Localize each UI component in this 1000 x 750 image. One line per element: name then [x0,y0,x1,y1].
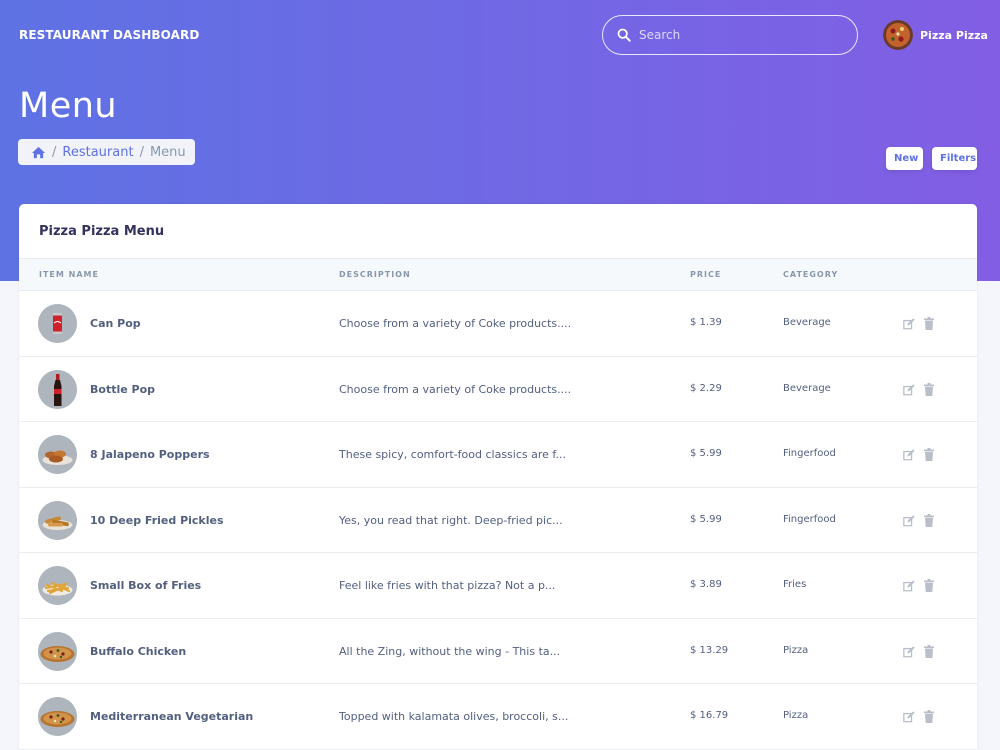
column-header-category[interactable]: CATEGORY [783,270,838,279]
item-price: $ 5.99 [690,513,722,525]
new-button[interactable]: New [886,147,923,170]
breadcrumb: / Restaurant / Menu [18,139,195,165]
table-row[interactable]: 8 Jalapeno Poppers These spicy, comfort-… [19,422,977,488]
table-row[interactable]: Mediterranean Vegetarian Topped with kal… [19,684,977,750]
trash-icon[interactable] [924,710,934,723]
edit-icon[interactable] [903,383,915,396]
breadcrumb-restaurant-link[interactable]: Restaurant [62,145,133,160]
fries-icon [38,566,77,605]
edit-icon[interactable] [903,318,915,330]
search-box[interactable] [602,15,858,55]
bottle-icon [38,369,77,409]
search-input[interactable] [639,28,839,42]
trash-icon[interactable] [924,644,934,658]
item-category: Pizza [783,644,809,656]
pizza-icon [38,697,77,736]
item-category: Fries [783,579,807,590]
item-category: Beverage [783,317,831,328]
item-description: Topped with kalamata olives, broccoli, s… [339,710,569,723]
item-category: Pizza [783,710,809,721]
trash-icon[interactable] [924,513,934,527]
table-row[interactable]: Can Pop Choose from a variety of Coke pr… [19,291,977,357]
item-thumbnail [38,631,77,671]
edit-icon[interactable] [903,514,915,527]
item-name[interactable]: Bottle Pop [90,383,155,396]
item-price: $ 2.29 [690,382,722,394]
item-thumbnail [38,566,77,605]
filters-button[interactable]: Filters [932,147,977,170]
breadcrumb-separator: / [139,144,144,160]
table-row[interactable]: Small Box of Fries Feel like fries with … [19,553,977,619]
search-icon [617,28,631,42]
column-header-description[interactable]: DESCRIPTION [339,270,411,279]
item-description: Feel like fries with that pizza? Not a p… [339,579,556,592]
item-thumbnail [38,435,77,474]
breadcrumb-current: Menu [149,144,186,160]
item-description: These spicy, comfort-food classics are f… [339,448,566,461]
can-icon [38,304,77,343]
column-header-item-name[interactable]: ITEM NAME [39,270,99,279]
page-title: Menu [19,86,118,126]
menu-card: Pizza Pizza Menu ITEM NAME DESCRIPTION P… [19,204,977,750]
column-header-price[interactable]: PRICE [690,270,721,279]
trash-icon[interactable] [924,317,934,330]
brand-title[interactable]: RESTAURANT DASHBOARD [19,28,199,42]
table-row[interactable]: Bottle Pop Choose from a variety of Coke… [19,357,977,422]
item-name[interactable]: Mediterranean Vegetarian [90,710,253,723]
item-category: Fingerfood [783,448,836,459]
breadcrumb-separator: / [52,144,57,160]
table-body: Can Pop Choose from a variety of Coke pr… [19,291,977,750]
item-thumbnail [38,304,77,343]
item-name[interactable]: Can Pop [90,317,141,330]
edit-icon[interactable] [903,580,915,592]
item-description: Choose from a variety of Coke products..… [339,317,572,330]
table-header: ITEM NAME DESCRIPTION PRICE CATEGORY [19,259,977,291]
edit-icon[interactable] [903,711,915,723]
item-thumbnail [38,500,77,540]
user-avatar-icon[interactable] [883,20,913,50]
item-price: $ 3.89 [690,579,722,590]
card-title: Pizza Pizza Menu [19,204,977,259]
item-description: All the Zing, without the wing - This ta… [339,644,561,658]
item-name[interactable]: 10 Deep Fried Pickles [90,514,224,527]
table-row[interactable]: Buffalo Chicken All the Zing, without th… [19,619,977,684]
item-name[interactable]: 8 Jalapeno Poppers [90,448,210,461]
item-price: $ 13.29 [690,644,729,656]
poppers-icon [38,435,77,474]
item-category: Beverage [783,382,831,394]
table-row[interactable]: 10 Deep Fried Pickles Yes, you read that… [19,488,977,553]
item-category: Fingerfood [783,513,836,525]
home-icon[interactable] [31,146,46,159]
item-description: Choose from a variety of Coke products..… [339,382,572,396]
edit-icon[interactable] [903,449,915,461]
item-thumbnail [38,697,77,736]
user-name[interactable]: Pizza Pizza [920,29,988,42]
item-price: $ 16.79 [690,710,729,721]
item-thumbnail [38,369,77,409]
trash-icon[interactable] [924,579,934,592]
top-navbar: RESTAURANT DASHBOARD Pizza Pizza [0,0,1000,70]
trash-icon[interactable] [924,382,934,396]
pizza-icon [38,631,77,671]
item-price: $ 5.99 [690,448,722,459]
user-menu[interactable]: Pizza Pizza [883,20,988,50]
pickles-icon [38,500,77,540]
trash-icon[interactable] [924,448,934,461]
item-price: $ 1.39 [690,317,722,328]
item-name[interactable]: Buffalo Chicken [90,645,186,658]
edit-icon[interactable] [903,645,915,658]
item-description: Yes, you read that right. Deep-fried pic… [339,513,563,527]
item-name[interactable]: Small Box of Fries [90,579,201,592]
